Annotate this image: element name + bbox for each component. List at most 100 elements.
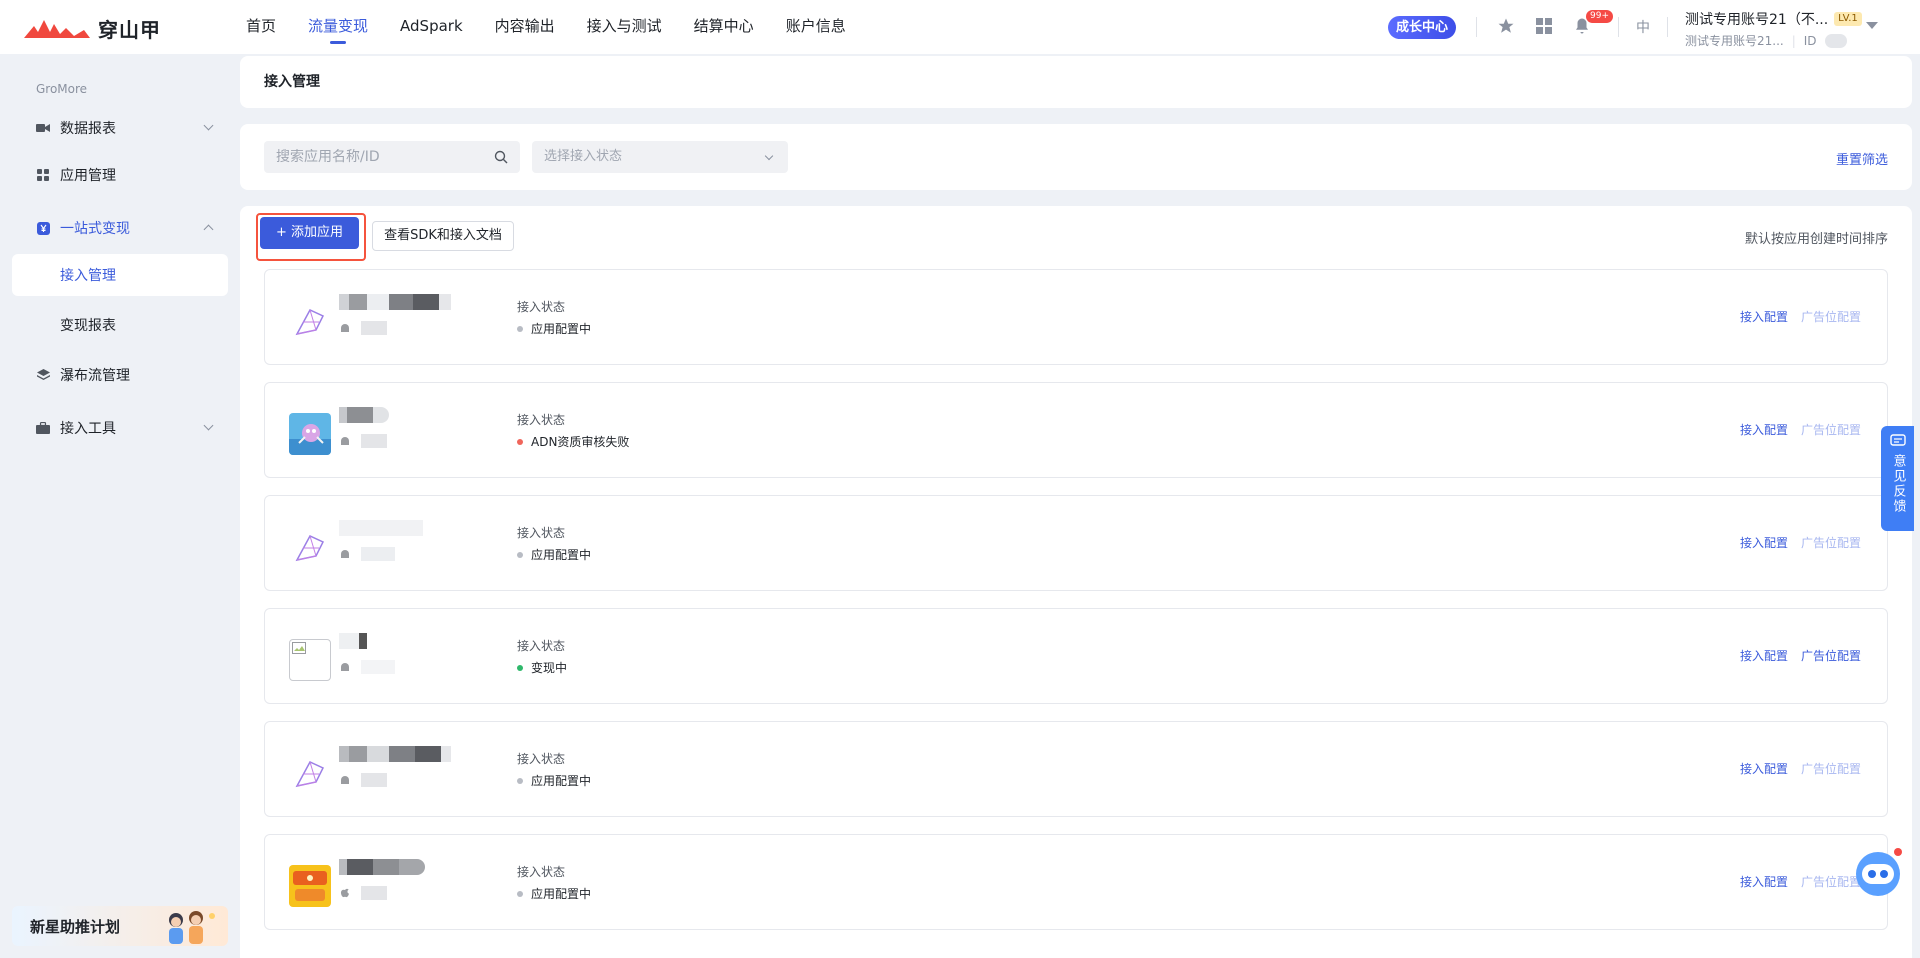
account-level-badge: LV.1 — [1834, 12, 1862, 26]
layers-icon — [36, 368, 50, 382]
account-menu[interactable]: 测试专用账号21（不... LV.1 测试专用账号21... | ID — [1685, 9, 1862, 49]
android-icon — [341, 550, 349, 558]
status-label: 接入状态 — [517, 865, 566, 879]
account-subname: 测试专用账号21... — [1685, 34, 1784, 48]
ad-slot-config-link[interactable]: 广告位配置 — [1801, 421, 1861, 438]
add-app-button[interactable]: + 添加应用 — [260, 217, 359, 249]
status-label: 接入状态 — [517, 413, 566, 427]
nav-content-output[interactable]: 内容输出 — [495, 0, 555, 54]
ad-slot-config-link[interactable]: 广告位配置 — [1801, 760, 1861, 777]
integration-config-link[interactable]: 接入配置 — [1740, 760, 1788, 777]
sidebar-section-label: GroMore — [36, 82, 88, 96]
default-app-icon — [289, 300, 331, 342]
sidebar-item-label: 数据报表 — [60, 121, 116, 137]
ad-slot-config-link[interactable]: 广告位配置 — [1801, 647, 1861, 664]
sidebar-item-label: 接入工具 — [60, 421, 116, 437]
ad-slot-config-link[interactable]: 广告位配置 — [1801, 534, 1861, 551]
status-select-placeholder: 选择接入状态 — [544, 149, 623, 164]
pangolin-logo-icon — [24, 19, 90, 38]
divider — [1618, 17, 1619, 37]
assistant-bot-icon[interactable] — [1852, 846, 1904, 898]
feedback-label: 意见反馈 — [1890, 454, 1906, 514]
android-icon — [341, 776, 349, 784]
notification-badge: 99+ — [1586, 10, 1613, 23]
app-icon — [289, 413, 331, 455]
nav-home[interactable]: 首页 — [246, 0, 276, 54]
status-select[interactable]: 选择接入状态 — [532, 141, 788, 173]
platform-info — [339, 773, 387, 787]
default-app-icon — [289, 752, 331, 794]
nav-adspark[interactable]: AdSpark — [400, 0, 463, 54]
top-nav: 首页 流量变现 AdSpark 内容输出 接入与测试 结算中心 账户信息 — [246, 0, 846, 54]
status-dot — [517, 325, 523, 332]
redacted-app-name — [339, 746, 451, 762]
status-value: 变现中 — [531, 661, 568, 675]
chevron-down-icon — [203, 420, 214, 431]
sidebar-item-data-report[interactable]: 数据报表 — [12, 108, 228, 148]
sort-note: 默认按应用创建时间排序 — [1744, 232, 1888, 247]
sidebar-item-waterfall-management[interactable]: 瀑布流管理 — [12, 355, 228, 395]
sidebar-subitem-monetization-report[interactable]: 变现报表 — [12, 304, 228, 346]
android-icon — [341, 663, 349, 671]
reset-filters-link[interactable]: 重置筛选 — [1836, 149, 1888, 168]
app-row: 接入状态 ADN资质审核失败 接入配置 广告位配置 — [264, 382, 1888, 478]
platform-info — [339, 321, 387, 335]
promo-illustration-icon — [169, 911, 215, 944]
default-app-icon — [289, 526, 331, 568]
nav-settlement[interactable]: 结算中心 — [694, 0, 754, 54]
integration-config-link[interactable]: 接入配置 — [1740, 421, 1788, 438]
redacted-app-name — [339, 520, 423, 536]
integration-config-link[interactable]: 接入配置 — [1740, 308, 1788, 325]
apps-grid-icon[interactable] — [1533, 15, 1555, 37]
divider — [1667, 17, 1668, 37]
sidebar-item-label: 应用管理 — [60, 168, 116, 184]
status-dot — [517, 664, 523, 671]
logo-text: 穿山甲 — [98, 18, 161, 42]
integration-config-link[interactable]: 接入配置 — [1740, 534, 1788, 551]
star-icon[interactable] — [1495, 15, 1517, 37]
platform-info — [339, 886, 387, 900]
sidebar-item-app-management[interactable]: 应用管理 — [12, 155, 228, 195]
yen-icon — [36, 221, 50, 235]
redacted-app-name — [339, 294, 451, 310]
sidebar-item-integration-tools[interactable]: 接入工具 — [12, 408, 228, 448]
search-icon[interactable] — [494, 150, 508, 164]
language-switch[interactable]: 中 — [1636, 17, 1650, 37]
account-id-label: ID — [1803, 33, 1817, 48]
status-dot — [517, 551, 523, 558]
promo-banner[interactable]: 新星助推计划 — [12, 906, 228, 946]
logo[interactable]: 穿山甲 — [24, 14, 161, 43]
chevron-up-icon — [203, 224, 214, 235]
search-box — [264, 141, 520, 173]
status-value: 应用配置中 — [531, 774, 592, 788]
status-value: 应用配置中 — [531, 887, 592, 901]
divider — [1476, 17, 1477, 37]
android-icon — [341, 324, 349, 332]
integration-config-link[interactable]: 接入配置 — [1740, 647, 1788, 664]
status-dot — [517, 777, 523, 784]
platform-info — [339, 660, 395, 674]
sidebar-subitem-integration-management[interactable]: 接入管理 — [12, 254, 228, 296]
top-header: 穿山甲 首页 流量变现 AdSpark 内容输出 接入与测试 结算中心 账户信息… — [0, 0, 1920, 54]
app-icon — [289, 865, 331, 907]
status-dot — [517, 890, 523, 897]
grid-icon — [36, 168, 50, 182]
growth-center-button[interactable]: 成长中心 — [1388, 16, 1457, 39]
status-value: 应用配置中 — [531, 322, 592, 336]
android-icon — [341, 437, 349, 445]
search-input[interactable] — [276, 149, 494, 165]
chevron-down-icon — [203, 120, 214, 131]
sdk-docs-button[interactable]: 查看SDK和接入文档 — [372, 221, 514, 251]
feedback-button[interactable]: 意见反馈 — [1881, 426, 1914, 531]
ad-slot-config-link[interactable]: 广告位配置 — [1801, 308, 1861, 325]
app-row: 接入状态 应用配置中 接入配置 广告位配置 — [264, 269, 1888, 365]
chat-icon — [1889, 434, 1906, 446]
integration-config-link[interactable]: 接入配置 — [1740, 873, 1788, 890]
redacted-app-name — [339, 633, 367, 649]
chevron-down-icon[interactable] — [1866, 22, 1878, 29]
sidebar-item-one-stop-monetization[interactable]: 一站式变现 — [12, 208, 228, 248]
toolbox-icon — [36, 421, 50, 435]
nav-integration-testing[interactable]: 接入与测试 — [587, 0, 662, 54]
nav-traffic-monetization[interactable]: 流量变现 — [308, 0, 368, 54]
nav-account-info[interactable]: 账户信息 — [786, 0, 846, 54]
